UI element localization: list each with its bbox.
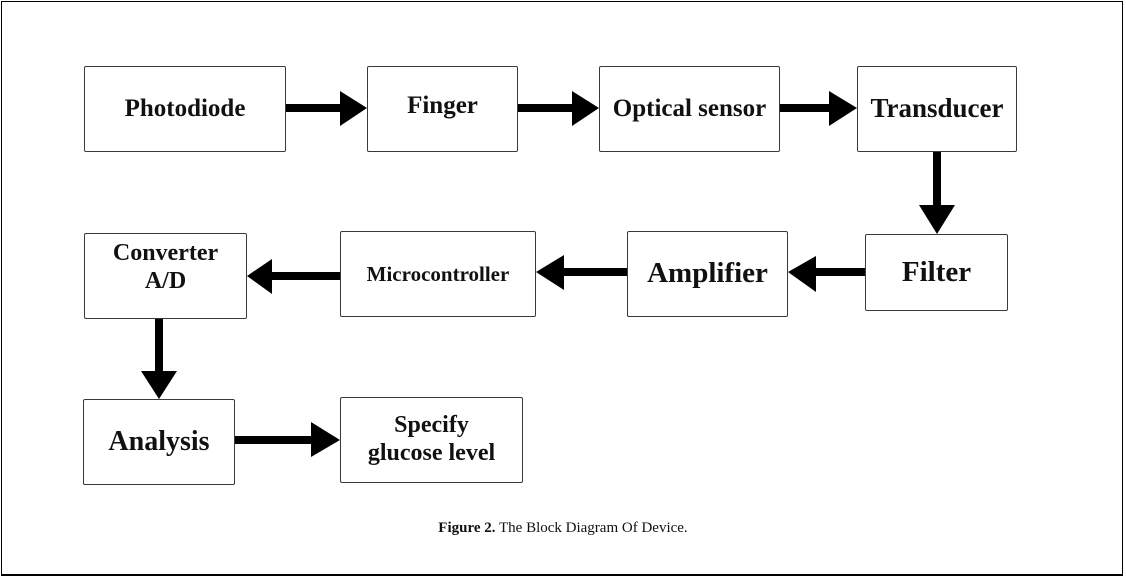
arrows-layer [141, 91, 955, 457]
arrow-transducer-to-filter [919, 152, 955, 234]
arrow-finger-to-optical-sensor [518, 91, 599, 126]
figure-caption-text: The Block Diagram Of Device. [495, 520, 688, 536]
arrow-microcontroller-to-converter [247, 259, 340, 294]
arrow-optical-sensor-to-transducer [780, 91, 857, 126]
arrow-converter-to-analysis [141, 319, 177, 399]
arrow-filter-to-amplifier [788, 256, 865, 292]
figure-caption-label: Figure 2. [438, 520, 496, 536]
arrow-photodiode-to-finger [286, 91, 367, 126]
arrow-amplifier-to-microcontroller [536, 255, 627, 290]
figure-caption: Figure 2. The Block Diagram Of Device. [0, 520, 1126, 537]
arrow-analysis-to-specify [235, 422, 340, 457]
